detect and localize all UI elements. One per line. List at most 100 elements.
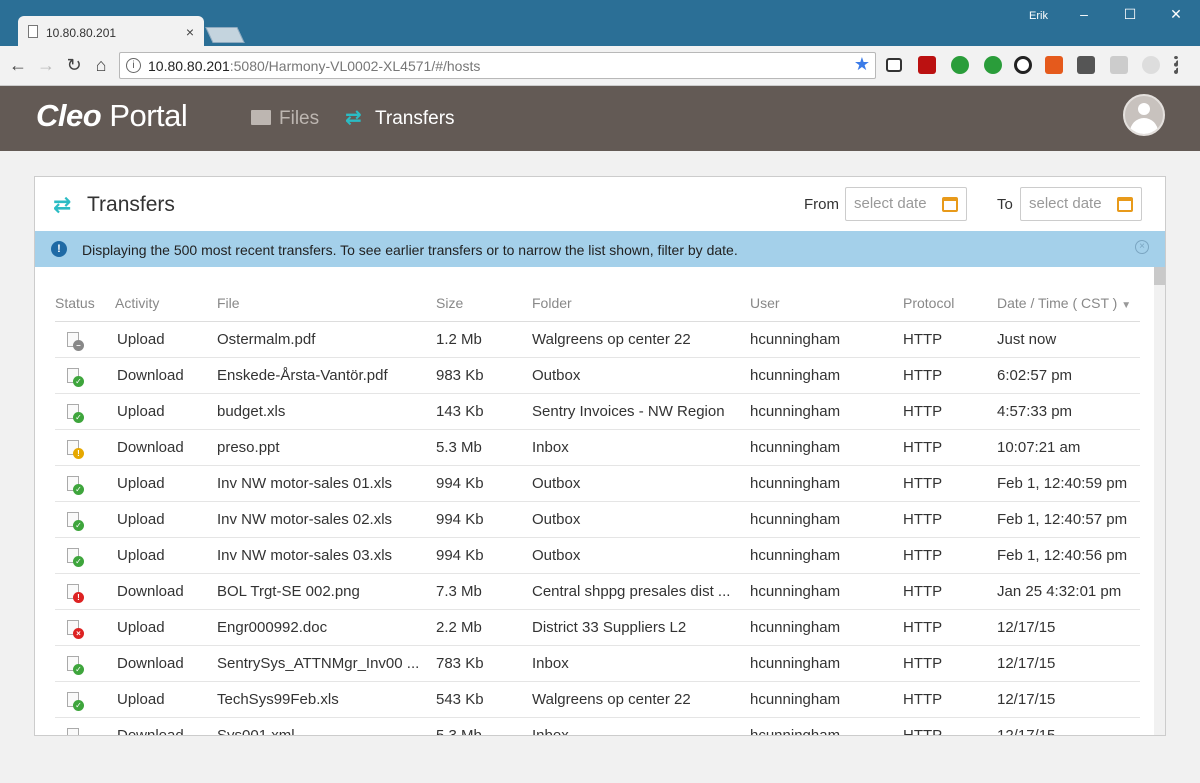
file-cell[interactable]: Inv NW motor-sales 02.xls [217,501,436,538]
to-date-input[interactable]: select date [1020,187,1142,221]
col-file[interactable]: File [217,285,436,322]
datetime-cell: Feb 1, 12:40:57 pm [997,501,1140,538]
table-row[interactable]: × Upload Engr000992.doc 2.2 Mb District 33 S… [55,609,1140,646]
office-extension-icon[interactable] [1045,56,1063,74]
address-bar[interactable]: i 10.80.80.201:5080/Harmony-VL0002-XL457… [119,52,876,79]
table-row[interactable]: ✓ Upload Inv NW motor-sales 02.xls 994 Kb Ou… [55,501,1140,538]
from-date-placeholder: select date [854,195,927,212]
table-row[interactable]: ✓ Download Enskede-Årsta-Vantör.pdf 983 Kb O… [55,357,1140,394]
col-status[interactable]: Status [55,285,115,322]
folder-icon [251,110,271,125]
back-icon[interactable]: ← [8,55,28,75]
maximize-icon[interactable]: ☐ [1120,6,1140,26]
user-avatar[interactable] [1123,94,1165,136]
browser-menu-icon[interactable] [1174,56,1178,74]
pdf-extension-icon[interactable] [918,56,936,74]
file-status-icon: ! [67,439,84,459]
browser-tab[interactable]: 10.80.80.201 × [18,16,204,48]
file-cell[interactable]: Inv NW motor-sales 01.xls [217,465,436,502]
from-date-input[interactable]: select date [845,187,967,221]
nav-files[interactable]: Files [251,108,319,130]
user-cell: hcunningham [750,501,903,538]
success-icon: ✓ [73,555,84,567]
file-status-icon: – [67,331,84,351]
datetime-cell: Just now [997,321,1140,358]
pocket-extension-icon[interactable] [1077,56,1095,74]
bookmark-star-icon[interactable]: ★ [854,54,870,75]
file-cell[interactable]: Engr000992.doc [217,609,436,646]
url-path: :5080/Harmony-VL0002-XL4571/#/hosts [229,58,481,74]
file-status-icon: ✓ [67,727,79,735]
logo-cleo: Cleo [36,98,102,133]
user-cell: hcunningham [750,393,903,430]
table-row[interactable]: ✓ Upload Inv NW motor-sales 03.xls 994 Kb Ou… [55,537,1140,574]
table-row[interactable]: ✓ Upload Inv NW motor-sales 01.xls 994 Kb Ou… [55,465,1140,502]
col-activity[interactable]: Activity [115,285,217,322]
file-cell[interactable]: budget.xls [217,393,436,430]
file-cell[interactable]: preso.ppt [217,429,436,466]
tab-title: 10.80.80.201 [46,26,117,40]
user-cell: hcunningham [750,537,903,574]
reload-icon[interactable]: ↻ [64,55,84,75]
chat-extension-icon[interactable] [984,56,1002,74]
file-cell[interactable]: Inv NW motor-sales 03.xls [217,537,436,574]
table-row[interactable]: ✓ Upload budget.xls 143 Kb Sentry Invoices -… [55,393,1140,430]
col-folder[interactable]: Folder [532,285,750,322]
to-date-placeholder: select date [1029,195,1102,212]
table-row[interactable]: – Upload Ostermalm.pdf 1.2 Mb Walgreens op c… [55,321,1140,358]
calendar-icon[interactable] [942,197,958,212]
home-icon[interactable]: ⌂ [91,55,111,75]
table-row[interactable]: ✓ Download SentrySys_ATTNMgr_Inv00 ... 783 … [55,645,1140,682]
error-icon: ! [73,591,84,603]
file-cell[interactable]: Enskede-Årsta-Vantör.pdf [217,357,436,394]
table-row[interactable]: ✓ Upload TechSys99Feb.xls 543 Kb Walgreens o… [55,681,1140,718]
url-host: 10.80.80.201 [148,58,230,74]
protocol-cell: HTTP [903,357,997,394]
status-cell: ✓ [55,465,115,502]
file-cell[interactable]: Sys001.xml [217,717,436,735]
file-cell[interactable]: BOL Trgt-SE 002.png [217,573,436,610]
sort-desc-icon[interactable]: ▼ [1121,300,1131,311]
user-cell: hcunningham [750,321,903,358]
image-extension-icon[interactable] [1110,56,1128,74]
table-row[interactable]: ! Download BOL Trgt-SE 002.png 7.3 Mb Centra… [55,573,1140,610]
app-header: Cleo Portal Files ⇄ Transfers [0,86,1200,151]
hangouts-extension-icon[interactable] [951,56,969,74]
table-header-row: Status Activity File Size Folder User Pr… [55,285,1140,322]
profile-name[interactable]: Erik [1029,10,1048,22]
calendar-icon[interactable] [1117,197,1133,212]
table-row[interactable]: ! Download preso.ppt 5.3 Mb Inbox hcunningham… [55,429,1140,466]
record-extension-icon[interactable] [1014,56,1032,74]
success-icon: ✓ [73,483,84,495]
close-tab-icon[interactable]: × [186,24,194,40]
datetime-cell: 12/17/15 [997,645,1140,682]
file-cell[interactable]: Ostermalm.pdf [217,321,436,358]
file-cell[interactable]: SentrySys_ATTNMgr_Inv00 ... [217,645,436,682]
col-protocol[interactable]: Protocol [903,285,997,322]
close-window-icon[interactable]: ✕ [1166,6,1186,26]
minimize-icon[interactable]: – [1074,6,1094,26]
user-cell: hcunningham [750,573,903,610]
screenshot-extension-icon[interactable] [886,58,902,72]
user-cell: hcunningham [750,717,903,735]
forward-icon[interactable]: → [36,55,56,75]
settings-extension-icon[interactable] [1142,56,1160,74]
cleo-portal-logo[interactable]: Cleo Portal [36,98,188,134]
col-size[interactable]: Size [436,285,532,322]
dismiss-banner-icon[interactable]: × [1135,240,1149,254]
site-info-icon[interactable]: i [126,58,141,73]
nav-transfers[interactable]: ⇄ Transfers [345,108,455,130]
status-cell: × [55,609,115,646]
scrollbar-thumb[interactable] [1154,267,1165,285]
folder-cell: Inbox [532,717,750,735]
activity-cell: Download [115,717,217,735]
table-scrollbar[interactable] [1154,267,1165,735]
new-tab-button[interactable] [205,27,245,43]
browser-toolbar: ← → ↻ ⌂ i 10.80.80.201:5080/Harmony-VL00… [0,46,1200,86]
activity-cell: Upload [115,321,217,358]
file-cell[interactable]: TechSys99Feb.xls [217,681,436,718]
status-cell: ✓ [55,645,115,682]
col-user[interactable]: User [750,285,903,322]
col-datetime[interactable]: Date / Time ( CST ) ▼ [997,285,1140,322]
table-row[interactable]: ✓ DownloadSys001.xml5.3 MbInboxhcunningha… [55,717,1140,735]
